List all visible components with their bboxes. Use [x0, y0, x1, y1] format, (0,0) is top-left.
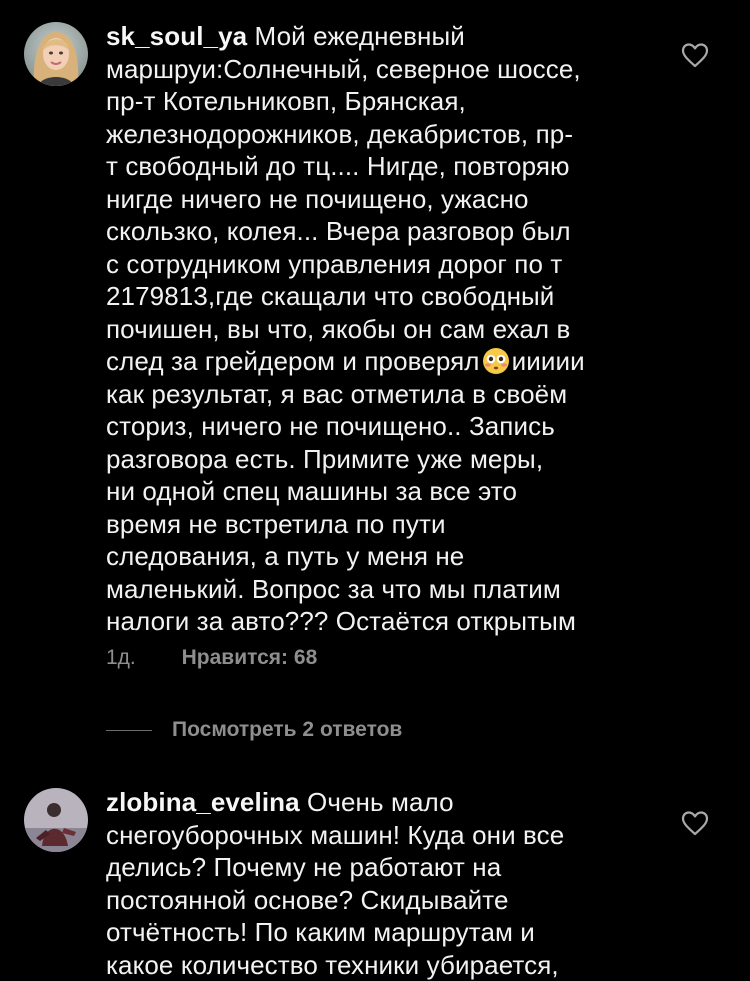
- comment-1-line-14: ни одной спец машины за все это: [106, 476, 518, 506]
- avatar-sk-soul-ya[interactable]: [24, 22, 88, 86]
- comment-1-line-9: почишен, вы что, якобы он сам ехал в: [106, 313, 571, 344]
- like-heart-icon[interactable]: [681, 810, 709, 836]
- comment-1-text: sk_soul_ya Мой ежедневный маршруи:Солнеч…: [106, 20, 654, 638]
- comment-1-line-11: как результат, я вас отметила в своём: [106, 378, 568, 409]
- flushed-face-emoji-icon: [482, 347, 510, 375]
- comment-1-line-1: маршруи:Солнечный, северное шоссе,: [106, 53, 581, 84]
- comment-2-username[interactable]: zlobina_evelina: [106, 787, 300, 817]
- comment-1-line-13: разговора есть. Примите уже меры,: [106, 443, 544, 474]
- comment-1-meta: 1д. Нравится: 68: [106, 646, 317, 670]
- view-replies-button[interactable]: Посмотреть 2 ответов: [106, 715, 402, 745]
- comment-2-line-5: какое количество техники убирается,: [106, 949, 559, 980]
- comment-1-time: 1д.: [106, 646, 136, 669]
- comment-1-line-3: железнодорожников, декабристов, пр-: [106, 118, 574, 149]
- avatar-zlobina-evelina[interactable]: [24, 788, 88, 852]
- comment-2-text: zlobina_evelina Очень мало снегоуборочны…: [106, 786, 654, 981]
- view-replies-label: Посмотреть 2 ответов: [172, 718, 403, 741]
- comment-1-line-15: время не встретила по пути: [106, 508, 446, 539]
- comment-2-line-3: постоянной основе? Скидывайте: [106, 884, 509, 915]
- like-heart-icon[interactable]: [681, 42, 709, 68]
- comment-1-line-10: след за грейдером и проверял: [106, 346, 480, 376]
- comment-1-line-4: т свободный до тц.... Нигде, повторяю: [106, 151, 570, 181]
- comment-1-line-16: следования, а путь у меня не: [106, 541, 465, 571]
- comment-2-line-1: снегоуборочных машин! Куда они все: [106, 819, 565, 850]
- comment-1-line-12: сториз, ничего не почищено.. Запись: [106, 411, 555, 441]
- comment-1-username[interactable]: sk_soul_ya: [106, 21, 247, 51]
- comment-1-line-0: Мой ежедневный: [254, 21, 465, 51]
- comment-1-line-2: пр-т Котельниковп, Брянская,: [106, 86, 466, 116]
- comment-1-line-17: маленький. Вопрос за что мы платим: [106, 573, 561, 604]
- comment-1-line-5: нигде ничего не почищено, ужасно: [106, 183, 529, 214]
- comment-2-line-2: делись? Почему не работают на: [106, 852, 502, 882]
- comment-1-line-6: скользко, колея... Вчера разговор был: [106, 216, 571, 246]
- comment-1-line-8: 2179813,где скащали что свободный: [106, 281, 555, 311]
- comment-1-likes[interactable]: Нравится: 68: [182, 646, 318, 669]
- replies-divider: [106, 729, 152, 731]
- comment-1-line-10b: иииии: [511, 346, 585, 376]
- comment-1-line-7: с сотрудником управления дорог по т: [106, 248, 563, 279]
- comment-2-line-4: отчётность! По каким маршрутам и: [106, 917, 535, 947]
- comment-2-line-0: Очень мало: [307, 787, 454, 817]
- comment-1-line-18: налоги за авто??? Остаётся открытым: [106, 606, 576, 636]
